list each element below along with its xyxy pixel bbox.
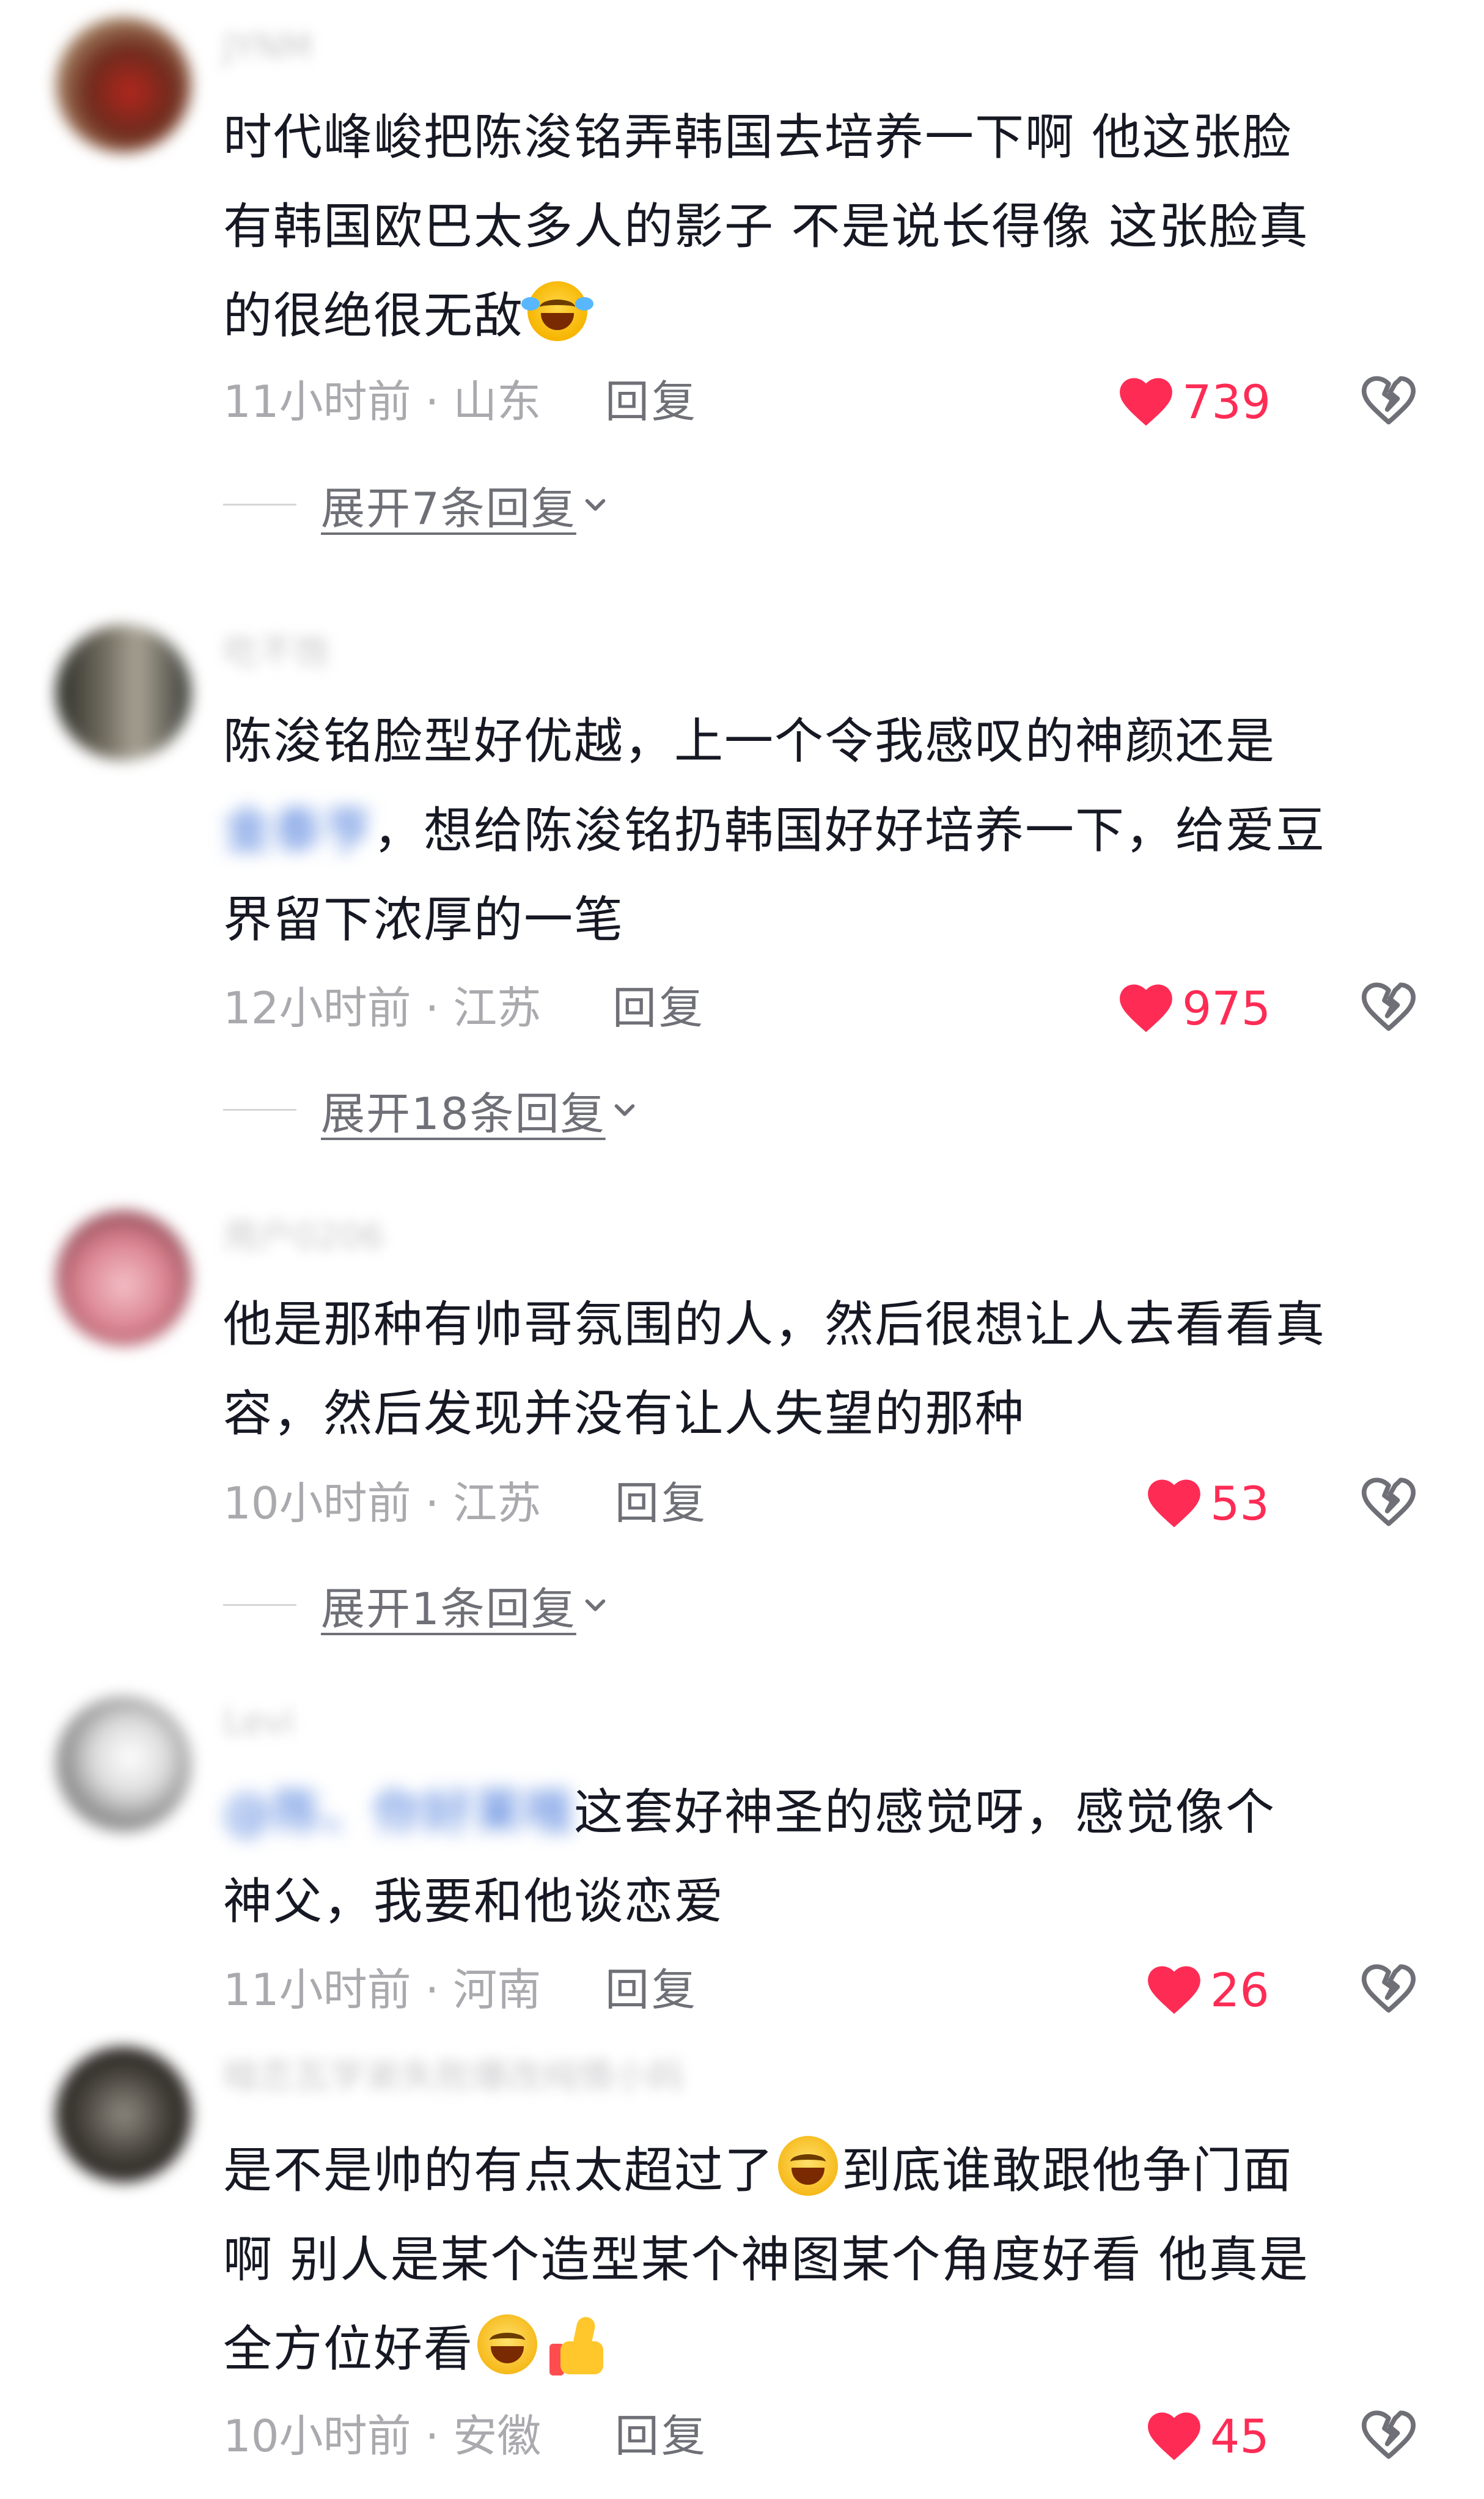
- broken-heart-icon[interactable]: [1361, 1961, 1417, 2017]
- like-button[interactable]: 26: [1147, 1960, 1269, 2021]
- comment-line: 有韩国欧巴太多人的影子 不是说长得像 这张脸真: [223, 198, 1309, 255]
- username[interactable]: 暗恋瓦学弟失败爆改纯情小妈: [223, 2054, 684, 2098]
- like-button[interactable]: 45: [1147, 2406, 1269, 2467]
- comment-line-text: 全方位好看: [223, 2320, 474, 2377]
- broken-heart-icon[interactable]: [1361, 1474, 1417, 1531]
- avatar[interactable]: [56, 1696, 191, 1832]
- avatar[interactable]: [56, 2047, 191, 2182]
- comment-line: 时代峰峻把陈浚铭弄韩国去培养一下啊 他这张脸: [223, 109, 1293, 166]
- comment-line-text: 到底谁敢跟他争门面: [842, 2142, 1293, 2199]
- laughing-tears-emoji-icon: [521, 281, 593, 341]
- comment-line-text: 这套好神圣的感觉呀，感觉像个: [574, 1784, 1276, 1841]
- comment-time-location: 11小时前 · 山东: [223, 376, 542, 427]
- broken-heart-icon[interactable]: [1361, 2407, 1417, 2464]
- comment-line: 全方位好看: [223, 2305, 1421, 2394]
- avatar[interactable]: [56, 1210, 191, 1346]
- heart-icon: [1120, 984, 1172, 1032]
- comment-time-location: 11小时前 · 河南: [223, 1964, 542, 2015]
- expand-replies-label: 展开7条回复: [321, 482, 576, 534]
- reply-button[interactable]: 回复: [605, 1962, 698, 2017]
- divider-line: [223, 1603, 296, 1606]
- chevron-down-icon: [585, 499, 606, 511]
- like-count: 53: [1210, 1476, 1269, 1531]
- comment-text: 他是那种有帅哥氛围的人，然后很想让人去看看真 容，然后发现并没有让人失望的那种: [223, 1280, 1421, 1459]
- chevron-down-icon: [614, 1104, 634, 1116]
- grinning-emoji-icon: [477, 2314, 537, 2374]
- username[interactable]: Levi: [223, 1699, 295, 1743]
- comment-line-text: 陈浚铭脸型好优越，上一个令我感叹的神颜还是: [223, 713, 1276, 770]
- heart-icon: [1148, 1966, 1200, 2014]
- expand-replies-button[interactable]: 展开18条回复: [223, 1082, 639, 1139]
- divider-line: [223, 1108, 296, 1111]
- like-count: 26: [1210, 1963, 1269, 2017]
- like-count: 45: [1210, 2409, 1269, 2464]
- username[interactable]: 用户0206: [223, 1214, 384, 1258]
- comment-line-text: ，想给陈浚铭扔韩国好好培养一下，给爱豆: [373, 802, 1326, 859]
- heart-icon: [1120, 378, 1172, 426]
- comment-line-text: 是不是帅的有点太超过了: [223, 2142, 774, 2199]
- reply-button[interactable]: 回复: [605, 374, 698, 429]
- comment-text: 是不是帅的有点太超过了 到底谁敢跟他争门面 啊 别人是某个造型某个神图某个角度好看…: [223, 2126, 1421, 2394]
- like-count: 739: [1182, 375, 1271, 429]
- expand-replies-label: 展开18条回复: [321, 1088, 606, 1139]
- comment-time-location: 10小时前 · 安徽: [223, 2410, 542, 2462]
- avatar[interactable]: [56, 17, 191, 153]
- expand-replies-label: 展开1条回复: [321, 1583, 576, 1635]
- like-count: 975: [1182, 981, 1271, 1036]
- chevron-down-icon: [585, 1599, 606, 1611]
- comment-line: 的很绝很无敌: [223, 271, 1421, 361]
- comment-line: 他是那种有帅哥氛围的人，然后很想让人去看看真: [223, 1296, 1326, 1353]
- expand-replies-button[interactable]: 展开1条回复: [223, 1577, 609, 1635]
- username[interactable]: JYNM: [223, 24, 312, 68]
- comment-time-location: 10小时前 · 江苏: [223, 1478, 542, 1529]
- like-button[interactable]: 53: [1147, 1473, 1269, 1534]
- comment-line: 界留下浓厚的一笔: [223, 891, 624, 948]
- divider-line: [223, 503, 296, 506]
- comment-line: 陈浚铭脸型好优越，上一个令我感叹的神颜还是: [223, 697, 1421, 786]
- username[interactable]: 吃不饱: [223, 630, 329, 674]
- mention-link[interactable]: 金泰亨: [223, 802, 373, 859]
- like-button[interactable]: 975: [1119, 978, 1271, 1039]
- broken-heart-icon[interactable]: [1361, 979, 1417, 1036]
- comment-line: 啊 别人是某个造型某个神图某个角度好看 他真是: [223, 2231, 1309, 2288]
- comment-line: 神父，我要和他谈恋爱: [223, 1873, 724, 1930]
- comment-text: @陈、你好莱哦这套好神圣的感觉呀，感觉像个 神父，我要和他谈恋爱: [223, 1768, 1421, 1946]
- comment-text: 时代峰峻把陈浚铭弄韩国去培养一下啊 他这张脸 有韩国欧巴太多人的影子 不是说长得…: [223, 93, 1421, 361]
- reply-button[interactable]: 回复: [615, 2409, 708, 2464]
- comment-time-location: 12小时前 · 江苏: [223, 982, 542, 1034]
- mention-link[interactable]: @陈、你好莱哦: [223, 1784, 574, 1841]
- like-button[interactable]: 739: [1119, 372, 1271, 433]
- grinning-emoji-icon: [778, 2136, 838, 2196]
- comment-line: @陈、你好莱哦这套好神圣的感觉呀，感觉像个: [223, 1768, 1421, 1857]
- thumbs-up-emoji-icon: [549, 2315, 609, 2376]
- avatar[interactable]: [56, 625, 191, 760]
- broken-heart-icon[interactable]: [1361, 373, 1417, 429]
- reply-button[interactable]: 回复: [615, 1476, 708, 1531]
- comment-line: 是不是帅的有点太超过了 到底谁敢跟他争门面: [223, 2126, 1421, 2215]
- comment-line: 金泰亨，想给陈浚铭扔韩国好好培养一下，给爱豆: [223, 786, 1421, 875]
- expand-replies-button[interactable]: 展开7条回复: [223, 477, 609, 534]
- reply-button[interactable]: 回复: [612, 981, 705, 1036]
- heart-icon: [1148, 1479, 1200, 1528]
- comment-line-text: 的很绝很无敌: [223, 287, 524, 344]
- comment-line: 容，然后发现并没有让人失望的那种: [223, 1385, 1025, 1442]
- comment-text: 陈浚铭脸型好优越，上一个令我感叹的神颜还是 金泰亨，想给陈浚铭扔韩国好好培养一下…: [223, 697, 1421, 965]
- heart-icon: [1148, 2412, 1200, 2460]
